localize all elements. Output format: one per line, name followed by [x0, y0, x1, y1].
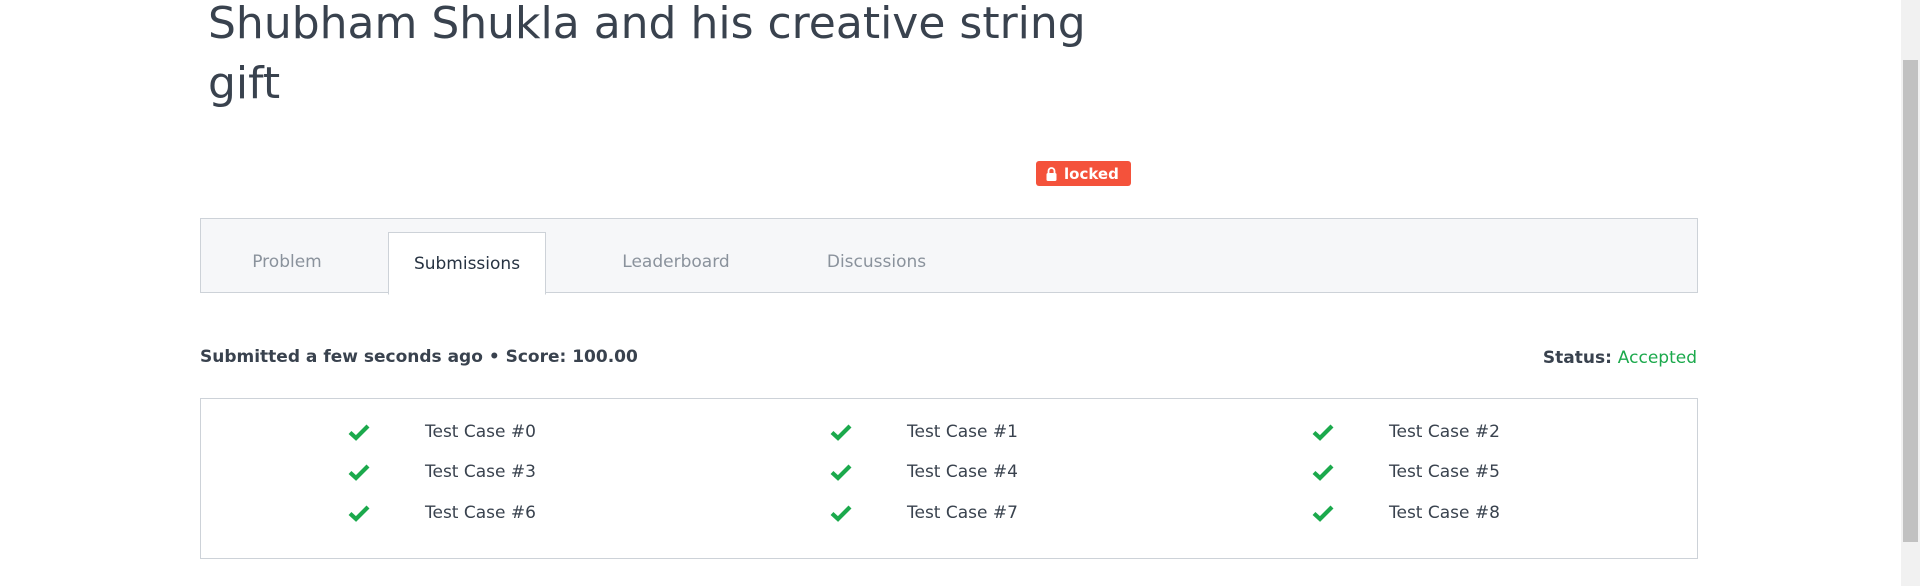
- test-case-8: Test Case #8: [1312, 503, 1500, 523]
- test-case-label[interactable]: Test Case #1: [907, 422, 1018, 442]
- test-case-label[interactable]: Test Case #0: [425, 422, 536, 442]
- test-case-3: Test Case #3: [348, 462, 536, 482]
- check-icon: [830, 463, 852, 481]
- test-case-6: Test Case #6: [348, 503, 536, 523]
- check-icon: [348, 423, 370, 441]
- check-icon: [348, 504, 370, 522]
- check-icon: [1312, 423, 1334, 441]
- test-case-0: Test Case #0: [348, 422, 536, 442]
- test-case-label[interactable]: Test Case #2: [1389, 422, 1500, 442]
- test-case-7: Test Case #7: [830, 503, 1018, 523]
- check-icon: [1312, 463, 1334, 481]
- submission-status: Status: Accepted: [1543, 348, 1697, 368]
- tab-discussions[interactable]: Discussions: [804, 231, 949, 294]
- test-case-label[interactable]: Test Case #3: [425, 462, 536, 482]
- submission-summary: Submitted a few seconds ago • Score: 100…: [200, 347, 638, 367]
- locked-badge: locked: [1036, 161, 1131, 186]
- test-case-list: Test Case #0 Test Case #1 Test Case #2 T…: [200, 398, 1698, 559]
- status-label: Status:: [1542, 348, 1612, 368]
- lock-icon: [1045, 166, 1058, 181]
- check-icon: [830, 423, 852, 441]
- test-case-2: Test Case #2: [1312, 422, 1500, 442]
- test-case-4: Test Case #4: [830, 462, 1018, 482]
- test-case-5: Test Case #5: [1312, 462, 1500, 482]
- tab-problem[interactable]: Problem: [225, 231, 349, 294]
- locked-badge-label: locked: [1064, 164, 1119, 183]
- test-case-label[interactable]: Test Case #5: [1389, 462, 1500, 482]
- test-case-label[interactable]: Test Case #6: [425, 503, 536, 523]
- check-icon: [348, 463, 370, 481]
- test-case-label[interactable]: Test Case #4: [907, 462, 1018, 482]
- tab-submissions[interactable]: Submissions: [388, 232, 546, 295]
- challenge-title: Shubham Shukla and his creative string g…: [208, 0, 1086, 109]
- test-case-label[interactable]: Test Case #8: [1389, 503, 1500, 523]
- scrollbar-thumb[interactable]: [1903, 60, 1918, 542]
- challenge-tabs: Problem Submissions Leaderboard Discussi…: [200, 218, 1698, 295]
- status-value: Accepted: [1617, 348, 1697, 368]
- check-icon: [1312, 504, 1334, 522]
- tab-leaderboard[interactable]: Leaderboard: [601, 231, 751, 294]
- page-scrollbar[interactable]: [1901, 0, 1920, 586]
- test-case-label[interactable]: Test Case #7: [907, 503, 1018, 523]
- check-icon: [830, 504, 852, 522]
- test-case-1: Test Case #1: [830, 422, 1018, 442]
